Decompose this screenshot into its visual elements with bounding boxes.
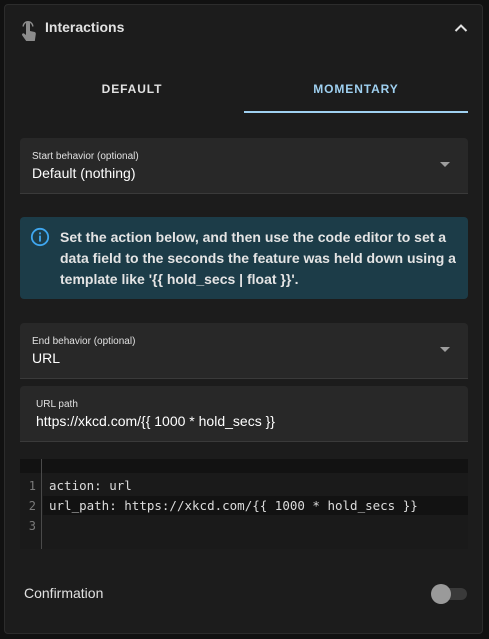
panel-title: Interactions [45,19,125,35]
panel-header[interactable]: Interactions [5,5,482,51]
info-alert: Set the action below, and then use the c… [20,217,468,299]
behavior-tabs: DEFAULT MOMENTARY [20,67,468,113]
url-path-value: https://xkcd.com/{{ 1000 * hold_secs }} [36,413,275,429]
line-number: 3 [28,519,36,533]
start-behavior-select[interactable]: Start behavior (optional) Default (nothi… [20,138,468,194]
end-behavior-select[interactable]: End behavior (optional) URL [20,323,468,379]
end-behavior-label: End behavior (optional) [32,336,136,347]
tab-momentary[interactable]: MOMENTARY [244,67,468,113]
yaml-key: url_path [49,498,110,513]
code-editor[interactable]: 1 2 3 action: url url_path: https://xkcd… [20,459,468,549]
editor-toolbar [20,459,468,473]
url-path-field[interactable]: URL path https://xkcd.com/{{ 1000 * hold… [20,386,468,442]
end-behavior-value: URL [32,350,61,366]
touch-hand-icon [21,21,36,41]
dropdown-arrow-icon [440,347,450,352]
confirmation-label: Confirmation [24,585,104,601]
yaml-key: action [49,478,95,493]
line-number: 2 [28,499,36,513]
code-line: url_path: https://xkcd.com/{{ 1000 * hol… [49,498,418,513]
code-line: action: url [49,478,132,493]
yaml-value: https://xkcd.com/{{ 1000 * hold_secs }} [124,498,418,513]
start-behavior-label: Start behavior (optional) [32,151,139,162]
tab-default[interactable]: DEFAULT [20,67,244,113]
line-number-gutter: 1 2 3 [20,459,42,549]
url-path-label: URL path [36,399,78,410]
chevron-up-icon[interactable] [454,23,468,33]
start-behavior-value: Default (nothing) [32,165,136,181]
confirmation-toggle[interactable] [431,583,467,604]
line-number: 1 [28,479,36,493]
info-alert-text: Set the action below, and then use the c… [60,229,456,287]
toggle-knob [431,584,451,604]
active-tab-indicator [244,111,468,113]
dropdown-arrow-icon [440,162,450,167]
interactions-panel: Interactions DEFAULT MOMENTARY Start beh… [4,4,483,634]
info-circle-icon [30,227,50,247]
yaml-value: url [109,478,132,493]
